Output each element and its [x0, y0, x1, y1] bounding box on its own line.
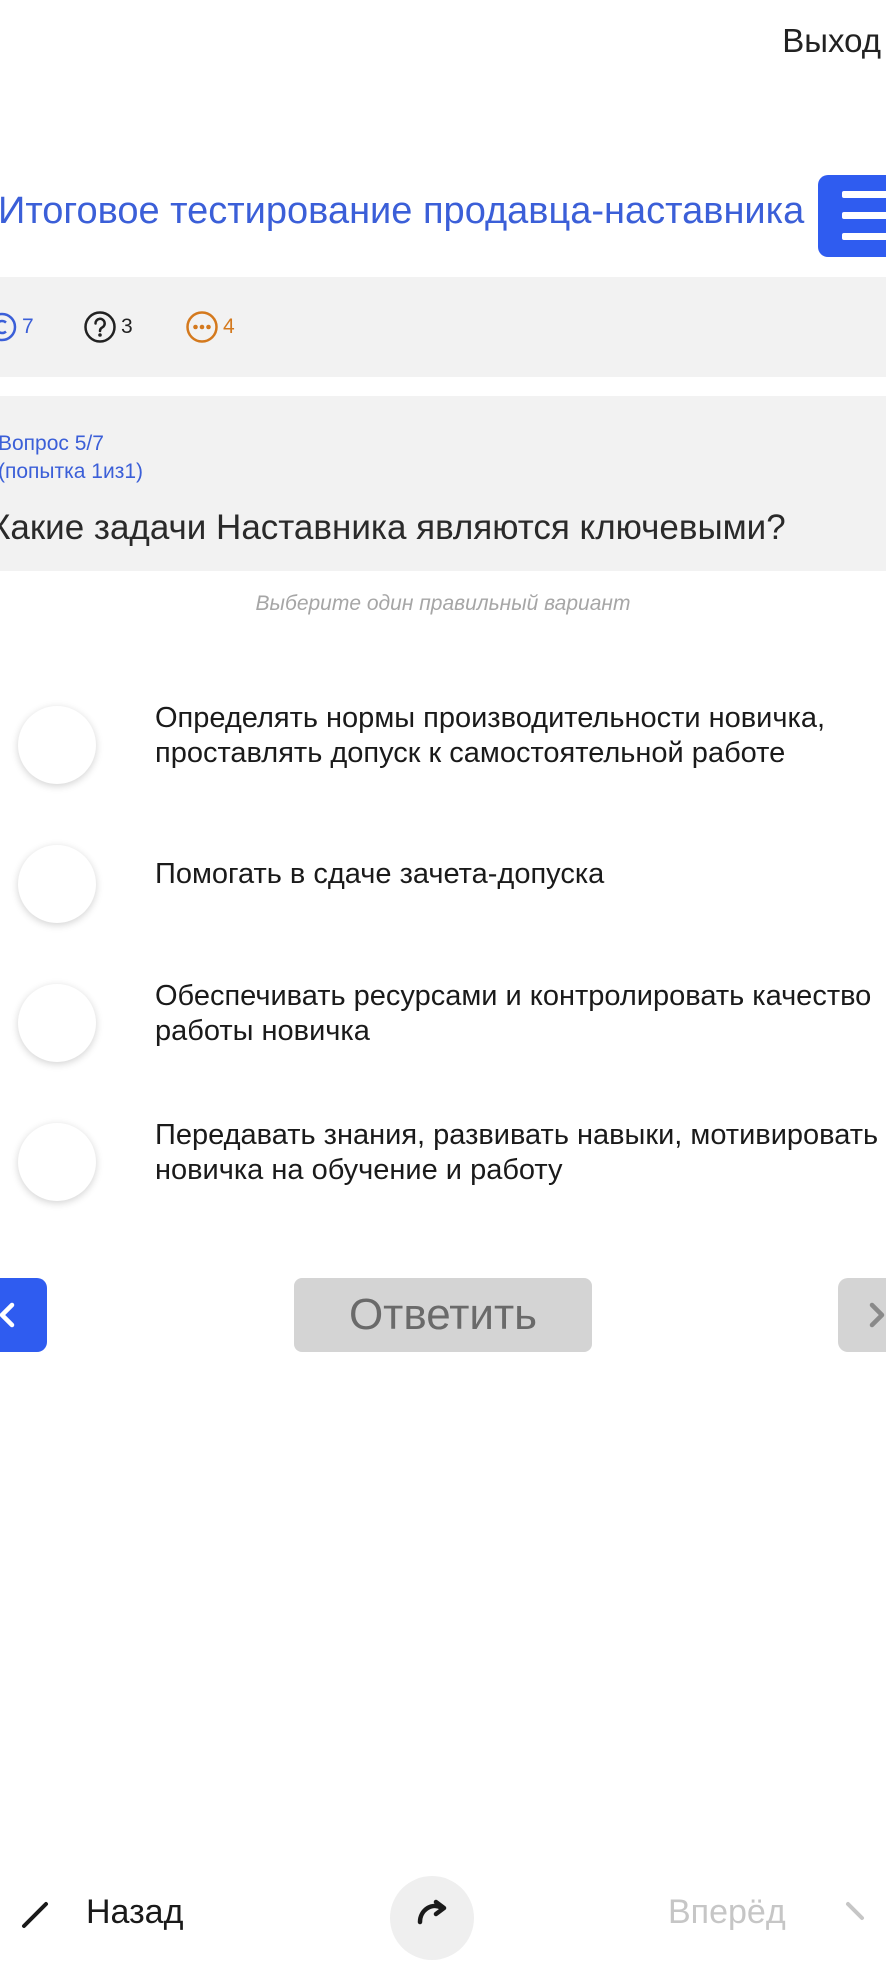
- total-questions-icon: [0, 312, 17, 342]
- answer-option-label: Помогать в сдаче зачета-допуска: [155, 858, 605, 890]
- answer-option-label: Определять нормы производительности нови…: [155, 702, 826, 769]
- chevron-left-icon: [0, 1302, 15, 1328]
- stat-total: 7: [0, 310, 34, 344]
- answer-instruction: Выберите один правильный вариант: [255, 592, 631, 615]
- logout-link[interactable]: Выход: [782, 22, 881, 60]
- radio-button[interactable]: [18, 984, 96, 1062]
- browser-back-button[interactable]: [18, 1900, 54, 1935]
- menu-button[interactable]: [818, 175, 886, 257]
- previous-question-button[interactable]: [0, 1278, 47, 1352]
- browser-forward-label[interactable]: Вперёд: [668, 1893, 786, 1932]
- browser-refresh-button[interactable]: [390, 1876, 474, 1960]
- stat-unanswered-value: 3: [121, 315, 133, 338]
- answer-option[interactable]: Определять нормы производительности нови…: [0, 696, 886, 796]
- stats-bar: 7 3 4: [0, 277, 886, 377]
- question-panel: Вопрос 5/7 (попытка 1из1) Какие задачи Н…: [0, 396, 886, 571]
- radio-button[interactable]: [18, 845, 96, 923]
- stat-remaining: 4: [185, 310, 235, 344]
- refresh-icon: [417, 1899, 447, 1925]
- stat-unanswered: 3: [83, 310, 133, 344]
- attempt-counter: (попытка 1из1): [0, 460, 144, 483]
- stat-total-value: 7: [22, 315, 34, 338]
- answer-option[interactable]: Помогать в сдаче зачета-допуска: [0, 835, 886, 935]
- answer-option-label: Обеспечивать ресурсами и контролировать …: [155, 980, 872, 1047]
- radio-button[interactable]: [18, 706, 96, 784]
- hamburger-icon-line: [842, 233, 886, 240]
- radio-button[interactable]: [18, 1123, 96, 1201]
- browser-forward-button[interactable]: [840, 1900, 876, 1935]
- submit-answer-button[interactable]: Ответить: [294, 1278, 592, 1352]
- next-question-button[interactable]: [838, 1278, 886, 1352]
- answer-option[interactable]: Передавать знания, развивать навыки, мот…: [0, 1113, 886, 1213]
- chevron-right-icon: [869, 1302, 885, 1328]
- answer-option[interactable]: Обеспечивать ресурсами и контролировать …: [0, 974, 886, 1074]
- question-circle-icon: [84, 311, 116, 343]
- browser-back-label[interactable]: Назад: [86, 1893, 183, 1932]
- hamburger-icon: [842, 191, 886, 198]
- arrow-left-icon: [22, 1902, 48, 1928]
- question-text: Какие задачи Наставника являются ключевы…: [0, 508, 786, 547]
- answer-option-label: Передавать знания, развивать навыки, мот…: [155, 1119, 879, 1186]
- page-title: Итоговое тестирование продавца-наставник…: [0, 190, 805, 232]
- hamburger-icon-line: [842, 212, 886, 219]
- more-dots-circle-icon: [186, 311, 218, 343]
- chevron-right-icon: [846, 1902, 864, 1920]
- question-number: Вопрос 5/7: [0, 432, 104, 455]
- stat-remaining-value: 4: [223, 315, 235, 338]
